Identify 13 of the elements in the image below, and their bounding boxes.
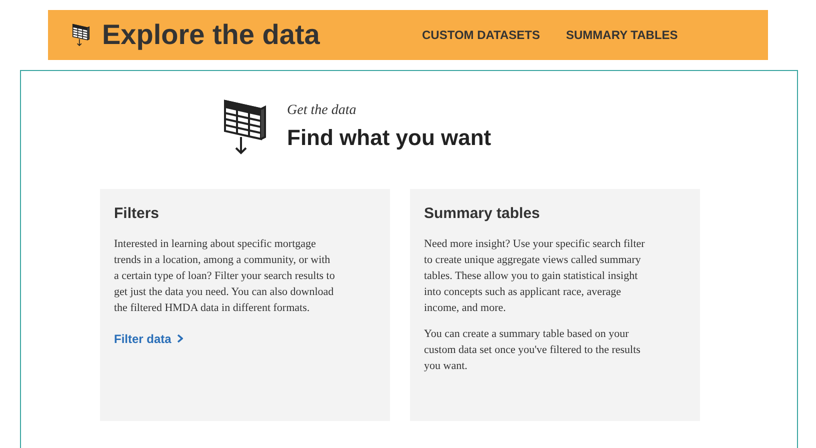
nav-link[interactable]: SUMMARY TABLES bbox=[566, 26, 678, 44]
card-title: Summary tables bbox=[424, 204, 541, 224]
nav-link[interactable]: CUSTOM DATASETS bbox=[422, 26, 540, 44]
eyebrow-text: Get the data bbox=[287, 102, 358, 120]
table-icon bbox=[70, 22, 92, 48]
section-heading: Find what you want bbox=[287, 124, 492, 152]
filter-link[interactable]: Filter data bbox=[114, 330, 184, 348]
card-title: Filters bbox=[114, 204, 160, 224]
page-title: Explore the data bbox=[102, 18, 321, 52]
chevron-right-icon bbox=[177, 334, 184, 343]
card-paragraph: Need more insight? Use your specific search filter to create unique aggregate views called summary tables. These allow you to gain statistical insight into concepts such as applicant race, average income, and more. bbox=[424, 236, 646, 316]
card-paragraph: Interested in learning about specific mortgage trends in a location, among a community, or with a certain type of loan? Filter your search results to get just the data you need. You can also download the filtered HMDA data in different formats. bbox=[114, 236, 336, 316]
card-paragraph: You can create a summary table based on your custom data set once you've filtered to the results you want. bbox=[424, 326, 642, 374]
